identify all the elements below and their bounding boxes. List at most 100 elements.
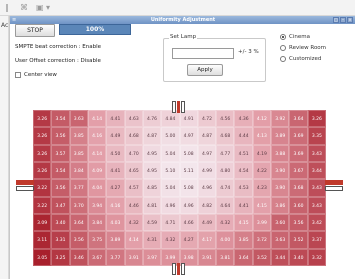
heatmap-cell: 3.26: [33, 127, 52, 145]
radio-icon[interactable]: [280, 56, 286, 62]
heatmap-cell: 3.86: [271, 196, 290, 214]
stop-button[interactable]: STOP: [15, 24, 55, 37]
heatmap-cell: 4.96: [179, 196, 198, 214]
heatmap-cell: 3.84: [69, 162, 88, 180]
toolbar-dropdown-icon[interactable]: ▾: [46, 2, 50, 13]
right-center-marker: [325, 180, 343, 185]
heatmap-cell: 3.52: [289, 231, 308, 249]
uniformity-heatmap: 3.26 3.54 3.63 4.14 4.41 4.63 4.76 4.84 4.91 4.72…: [33, 110, 326, 266]
heatmap-cell: 3.63: [271, 231, 290, 249]
toolbar-command-icon[interactable]: ⌘: [20, 2, 28, 13]
apply-button[interactable]: Apply: [187, 64, 223, 76]
heatmap-cell: 3.97: [142, 248, 162, 266]
heatmap-cell: 4.68: [216, 127, 235, 145]
heatmap-cell: 4.82: [197, 196, 217, 214]
heatmap-cell: 3.09: [33, 214, 52, 232]
heatmap-cell: 3.85: [69, 127, 88, 145]
heatmap-cell: 3.91: [197, 248, 217, 266]
heatmap-cell: 3.91: [124, 248, 143, 266]
heatmap-cell: 4.49: [106, 127, 125, 145]
heatmap-cell: 4.85: [142, 179, 162, 197]
checkbox-box[interactable]: [15, 72, 21, 78]
heatmap-cell: 4.65: [124, 162, 143, 180]
mode-label: Review Room: [289, 45, 327, 51]
heatmap-cell: 4.12: [252, 110, 272, 128]
heatmap-cell: 4.87: [142, 127, 162, 145]
heatmap-cell: 5.08: [179, 179, 198, 197]
toolbar-window-icon[interactable]: ▣: [36, 2, 44, 13]
heatmap-cell: 4.03: [106, 214, 125, 232]
heatmap-cell: 5.10: [161, 162, 180, 180]
heatmap-cell: 4.32: [124, 214, 143, 232]
dialog-titlebar[interactable]: ≡ Uniformity Adjustment □ – ×: [10, 16, 355, 24]
toolbar-pause-icon[interactable]: ‖: [5, 2, 9, 13]
heatmap-cell: 3.70: [69, 196, 88, 214]
lamp-range-label: +/- 3 %: [238, 49, 259, 55]
heatmap-cell: 3.64: [69, 214, 88, 232]
heatmap-cell: 4.71: [161, 214, 180, 232]
heatmap-cell: 4.96: [197, 179, 217, 197]
radio-icon[interactable]: [280, 45, 286, 51]
heatmap-cell: 4.97: [179, 127, 198, 145]
heatmap-cell: 3.67: [87, 248, 107, 266]
heatmap-cell: 3.90: [271, 179, 290, 197]
heatmap-cell: 4.41: [106, 162, 125, 180]
dialog-title: Uniformity Adjustment: [150, 17, 216, 23]
heatmap-cell: 3.46: [69, 248, 88, 266]
heatmap-cell: 4.54: [234, 162, 253, 180]
heatmap-cell: 3.90: [271, 162, 290, 180]
mode-label: Customized: [289, 56, 322, 62]
heatmap-cell: 3.26: [307, 110, 326, 128]
heatmap-cell: 5.11: [179, 162, 198, 180]
close-icon[interactable]: ×: [347, 17, 353, 23]
heatmap-cell: 5.08: [179, 144, 198, 162]
heatmap-cell: 4.36: [234, 110, 253, 128]
heatmap-cell: 4.31: [142, 231, 162, 249]
heatmap-cell: 3.44: [271, 248, 290, 266]
heatmap-cell: 4.97: [197, 144, 217, 162]
heatmap-cell: 4.64: [216, 196, 235, 214]
heatmap-cell: 3.11: [33, 231, 52, 249]
heatmap-cell: 4.87: [197, 127, 217, 145]
heatmap-cell: 3.64: [234, 248, 253, 266]
radio-selected-icon[interactable]: [280, 34, 286, 40]
maximize-icon[interactable]: □: [333, 17, 339, 23]
center-view-label: Center view: [24, 72, 57, 78]
minimize-icon[interactable]: –: [340, 17, 346, 23]
heatmap-cell: 3.35: [307, 127, 326, 145]
heatmap-cell: 4.04: [87, 179, 107, 197]
heatmap-cell: 3.26: [33, 110, 52, 128]
heatmap-cell: 3.56: [51, 127, 70, 145]
heatmap-cell: 4.32: [161, 231, 180, 249]
heatmap-cell: 3.72: [252, 231, 272, 249]
left-center-marker: [16, 180, 34, 185]
heatmap-cell: 3.75: [87, 231, 107, 249]
host-left-label: Ac: [1, 22, 9, 29]
heatmap-cell: 3.56: [69, 231, 88, 249]
heatmap-cell: 3.77: [106, 248, 125, 266]
heatmap-cell: 3.69: [289, 127, 308, 145]
heatmap-cell: 3.67: [289, 162, 308, 180]
user-offset-status: User Offset correction : Disable: [15, 58, 101, 64]
heatmap-cell: 3.43: [307, 179, 326, 197]
heatmap-cell: 3.43: [307, 144, 326, 162]
heatmap-cell: 3.85: [69, 144, 88, 162]
heatmap-cell: 4.14: [87, 110, 107, 128]
heatmap-cell: 3.40: [51, 214, 70, 232]
heatmap-cell: 4.00: [216, 231, 235, 249]
heatmap-cell: 4.74: [216, 179, 235, 197]
lamp-value-input[interactable]: [172, 48, 234, 59]
heatmap-cell: 3.68: [289, 179, 308, 197]
heatmap-cell: 3.05: [33, 248, 52, 266]
heatmap-cell: 4.41: [106, 110, 125, 128]
heatmap-cell: 3.77: [69, 179, 88, 197]
heatmap-cell: 4.72: [197, 110, 217, 128]
heatmap-cell: 3.64: [289, 110, 308, 128]
heatmap-cell: 3.26: [33, 162, 52, 180]
heatmap-cell: 3.81: [216, 248, 235, 266]
heatmap-cell: 4.99: [197, 162, 217, 180]
heatmap-cell: 4.46: [124, 196, 143, 214]
heatmap-cell: 3.37: [307, 231, 326, 249]
heatmap-cell: 3.40: [289, 248, 308, 266]
heatmap-cell: 3.26: [33, 144, 52, 162]
